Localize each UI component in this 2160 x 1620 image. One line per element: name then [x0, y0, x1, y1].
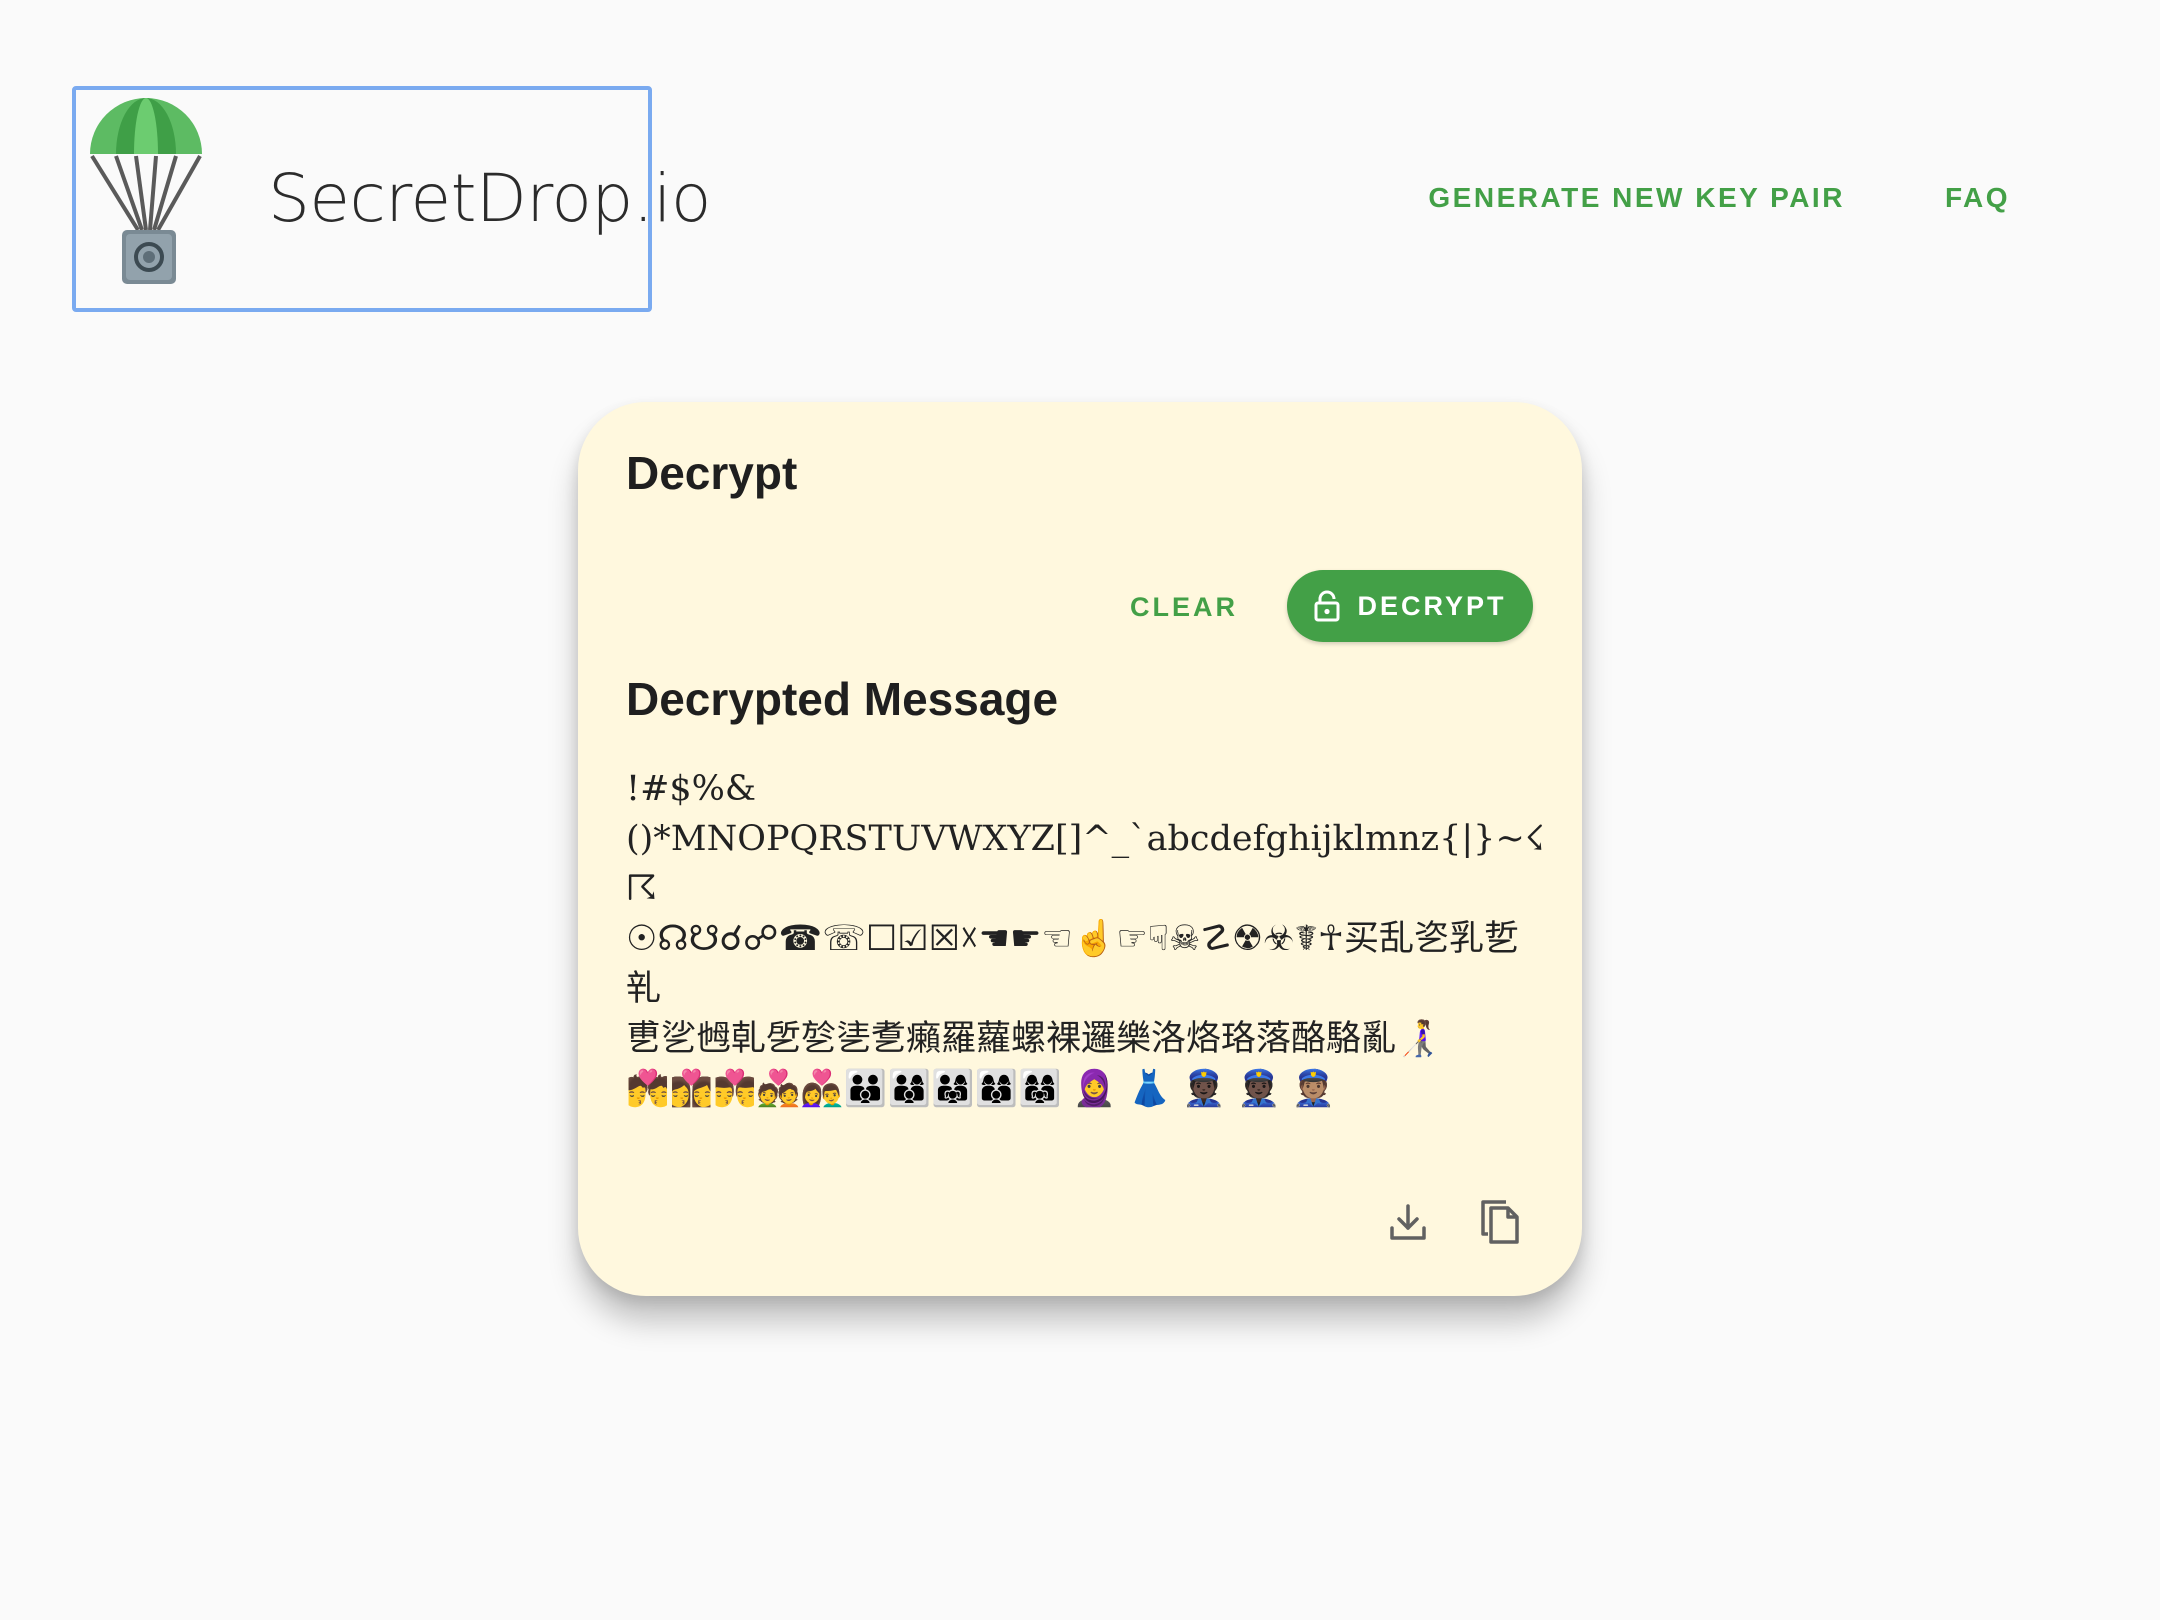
- download-button[interactable]: [1380, 1194, 1436, 1250]
- decrypt-button[interactable]: DECRYPT: [1287, 570, 1533, 642]
- top-nav: GENERATE NEW KEY PAIR FAQ: [1428, 182, 2010, 214]
- download-icon: [1390, 1204, 1426, 1240]
- parachute-logo-icon: [90, 98, 202, 284]
- decrypted-message-text: !#$%& ()*MNOPQRSTUVWXYZ[]^_`abcdefghijkl…: [626, 769, 1545, 1109]
- copy-button[interactable]: [1472, 1194, 1528, 1250]
- card-title: Decrypt: [626, 447, 798, 499]
- page: SecretDrop.io GENERATE NEW KEY PAIR FAQ …: [0, 0, 2160, 1620]
- decrypted-message-title: Decrypted Message: [626, 673, 1059, 725]
- copy-icon: [1481, 1200, 1519, 1244]
- decrypt-button-label: DECRYPT: [1357, 590, 1507, 621]
- logo-text: SecretDrop.io: [268, 160, 711, 237]
- logo[interactable]: SecretDrop.io: [72, 86, 711, 312]
- faq-link[interactable]: FAQ: [1945, 182, 2010, 214]
- decrypt-card: Decrypt CLEAR DECRYPT Decrypted Message …: [578, 402, 1582, 1296]
- clear-button[interactable]: CLEAR: [1108, 572, 1260, 642]
- lock-open-icon: [1314, 590, 1340, 622]
- generate-key-pair-link[interactable]: GENERATE NEW KEY PAIR: [1428, 182, 1845, 214]
